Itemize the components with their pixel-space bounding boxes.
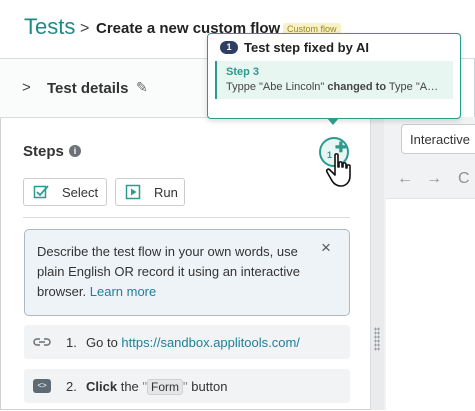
drag-handle-icon[interactable] <box>374 327 380 351</box>
code-icon: <> <box>33 379 51 393</box>
step-number: 1. <box>66 335 77 350</box>
change-before: Typpe "Abe Lincoln" <box>226 81 325 93</box>
hint-body: Describe the test flow in your own words… <box>37 244 301 299</box>
step-text: Go to https://sandbox.applitools.com/ <box>86 335 300 350</box>
element-chip[interactable]: Form <box>147 379 184 395</box>
browser-mode-value: Interactive <box>410 132 470 147</box>
select-checkbox-icon <box>33 185 49 199</box>
step-row[interactable]: 1. Go to https://sandbox.applitools.com/ <box>24 325 350 359</box>
info-icon[interactable]: i <box>69 145 81 157</box>
browser-mode-select[interactable]: Interactive <box>401 124 475 154</box>
step-word: the <box>120 379 139 394</box>
play-icon <box>125 184 141 200</box>
popover-arrow <box>327 118 339 125</box>
close-quote: " <box>183 379 188 394</box>
step-suffix: button <box>191 379 228 394</box>
breadcrumb-separator: > <box>80 20 90 37</box>
fixed-step-change: Typpe "Abe Lincoln" changed to Type "A… <box>226 81 448 93</box>
close-icon[interactable]: × <box>321 238 331 258</box>
step-url-link[interactable]: https://sandbox.applitools.com/ <box>121 335 300 350</box>
hint-text: Describe the test flow in your own words… <box>37 242 317 302</box>
steps-heading: Steps <box>23 143 64 160</box>
learn-more-link[interactable]: Learn more <box>90 284 156 299</box>
ai-fix-popover: 1 Test step fixed by AI Step 3 Typpe "Ab… <box>207 33 461 119</box>
run-button-label: Run <box>154 185 178 200</box>
fixed-step-card[interactable]: Step 3 Typpe "Abe Lincoln" changed to Ty… <box>215 61 453 99</box>
link-icon <box>33 338 51 346</box>
test-details-label[interactable]: Test details <box>47 80 128 97</box>
fixed-step-label: Step 3 <box>226 66 260 78</box>
back-arrow-icon[interactable]: ← <box>397 170 413 188</box>
chevron-right-icon[interactable]: > <box>22 79 31 96</box>
step-text: Click the " Form " button <box>86 379 228 395</box>
run-button[interactable]: Run <box>115 178 185 206</box>
step-keyword: Click <box>86 379 118 394</box>
pane-splitter[interactable] <box>370 117 385 410</box>
change-after: Type "A… <box>388 81 439 93</box>
divider <box>23 217 350 218</box>
tests-breadcrumb-link[interactable]: Tests <box>24 14 75 40</box>
forward-arrow-icon[interactable]: → <box>426 170 442 188</box>
popover-title: Test step fixed by AI <box>244 40 369 55</box>
step-number: 2. <box>66 379 77 394</box>
pencil-icon[interactable]: ✎ <box>136 79 148 96</box>
select-button-label: Select <box>62 185 99 200</box>
select-button[interactable]: Select <box>23 178 107 206</box>
browser-nav-bar: ← → C <box>384 165 475 197</box>
changed-to-label: changed to <box>327 81 387 93</box>
reload-icon[interactable]: C <box>458 170 470 188</box>
instructions-hint: Describe the test flow in your own words… <box>24 229 350 316</box>
step-action: Go to <box>86 335 118 350</box>
hand-pointer-cursor-icon <box>325 153 351 187</box>
fix-count-badge: 1 <box>220 41 238 54</box>
step-row[interactable]: <> 2. Click the " Form " button <box>24 369 350 403</box>
browser-viewport[interactable] <box>386 198 475 411</box>
